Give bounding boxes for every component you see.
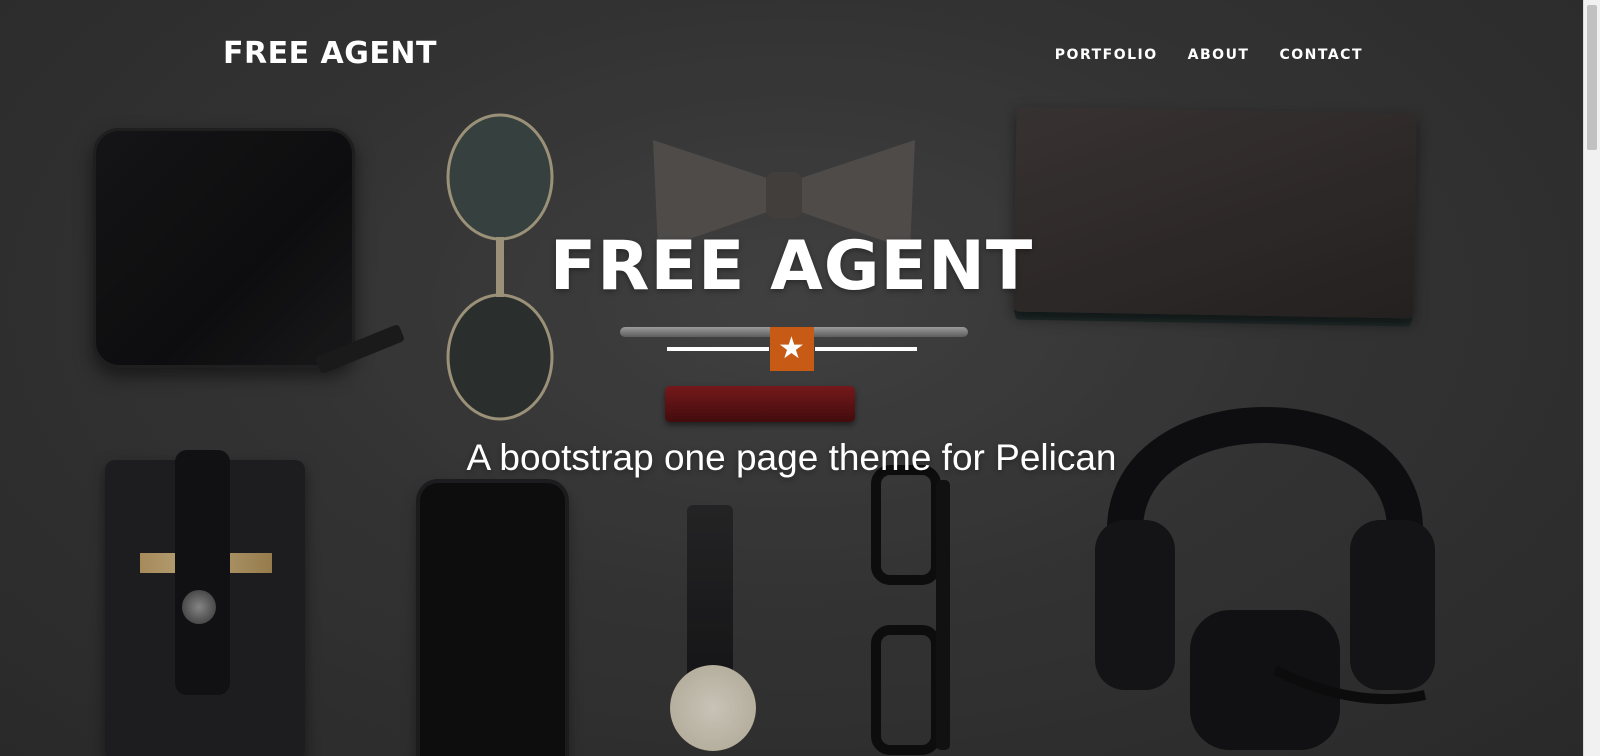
nav-link-contact[interactable]: CONTACT (1279, 47, 1363, 63)
divider-line-right (814, 346, 917, 351)
phone-sleeve-button-image (182, 590, 216, 624)
intro-text: FREE AGENT ★ A bootstrap one page theme … (0, 227, 1583, 479)
nav-link-about[interactable]: ABOUT (1188, 47, 1250, 63)
nav-item-portfolio: PORTFOLIO (1055, 46, 1158, 64)
brand-link[interactable]: FREE AGENT (223, 36, 437, 71)
nav-link-portfolio[interactable]: PORTFOLIO (1055, 47, 1158, 63)
star-divider: ★ (666, 326, 917, 371)
watch-face-image (670, 665, 756, 751)
star-icon: ★ (769, 326, 814, 371)
intro-subtitle: A bootstrap one page theme for Pelican (466, 436, 1117, 478)
eyeglasses-image (871, 465, 950, 755)
navbar: FREE AGENT PORTFOLIO ABOUT CONTACT (0, 0, 1583, 110)
phone-sleeve-strap-image (175, 450, 230, 695)
divider-line-left (666, 346, 769, 351)
header-hero: FREE AGENT PORTFOLIO ABOUT CONTACT FREE … (0, 0, 1583, 756)
nav-item-contact: CONTACT (1279, 46, 1363, 64)
nav-item-about: ABOUT (1188, 46, 1250, 64)
smartphone-image (420, 483, 565, 756)
page-scrollbar[interactable] (1583, 0, 1600, 756)
nav-menu: PORTFOLIO ABOUT CONTACT (1055, 46, 1363, 64)
scrollbar-thumb[interactable] (1587, 5, 1597, 150)
intro-title: FREE AGENT (549, 227, 1034, 306)
